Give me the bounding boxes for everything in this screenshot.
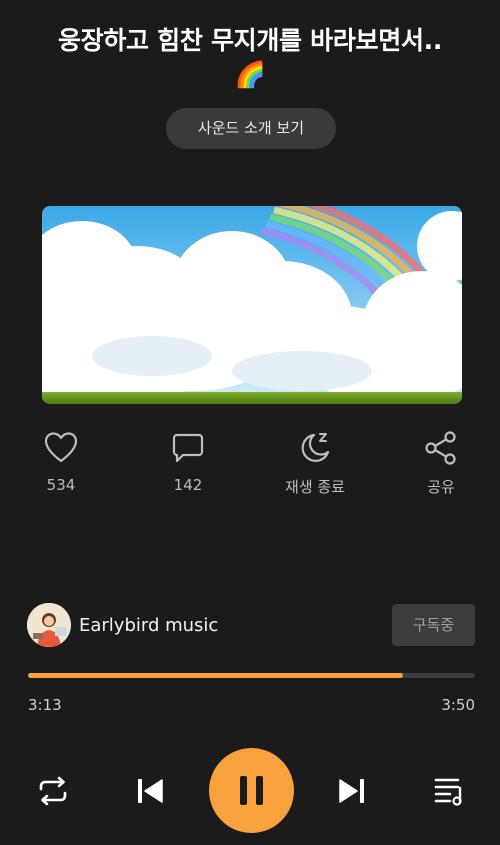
- sleep-timer-button[interactable]: 재생 종료: [265, 430, 365, 497]
- like-button[interactable]: 534: [11, 430, 111, 494]
- progress-bar[interactable]: [28, 673, 475, 678]
- previous-button[interactable]: [136, 777, 164, 809]
- track-title-text: 웅장하고 힘찬 무지개를 바라보면서..: [57, 26, 443, 55]
- sleep-timer-label: 재생 종료: [285, 478, 345, 496]
- elapsed-time: 3:13: [28, 696, 62, 714]
- like-count: 534: [46, 476, 76, 494]
- comment-count: 142: [173, 476, 203, 494]
- rainbow-emoji: 🌈: [234, 60, 266, 89]
- pause-icon: [240, 776, 263, 805]
- channel-avatar[interactable]: [27, 603, 71, 647]
- skip-next-icon: [339, 779, 364, 803]
- comment-button[interactable]: 142: [138, 430, 238, 494]
- subscribe-button[interactable]: 구독중: [392, 604, 475, 646]
- action-bar: 534 142 재생 종료 공유: [0, 430, 500, 510]
- next-button[interactable]: [338, 777, 366, 809]
- share-icon: [425, 431, 456, 465]
- progress-fill: [28, 673, 404, 678]
- track-title: 웅장하고 힘찬 무지개를 바라보면서.. 🌈: [20, 24, 480, 92]
- pause-button[interactable]: [209, 748, 294, 833]
- comment-icon: [172, 433, 204, 463]
- channel-info[interactable]: Earlybird music: [27, 602, 218, 648]
- repeat-button[interactable]: [36, 775, 70, 811]
- share-label: 공유: [427, 478, 455, 496]
- share-button[interactable]: 공유: [391, 430, 491, 497]
- playlist-icon: [434, 778, 462, 806]
- total-time: 3:50: [441, 696, 475, 714]
- track-artwork: [42, 206, 462, 404]
- moon-sleep-icon: [301, 433, 330, 462]
- channel-name[interactable]: Earlybird music: [79, 615, 218, 636]
- skip-previous-icon: [138, 779, 163, 803]
- repeat-icon: [39, 776, 67, 806]
- sound-intro-button[interactable]: 사운드 소개 보기: [166, 108, 336, 149]
- heart-icon: [44, 432, 78, 463]
- playlist-button[interactable]: [434, 776, 466, 810]
